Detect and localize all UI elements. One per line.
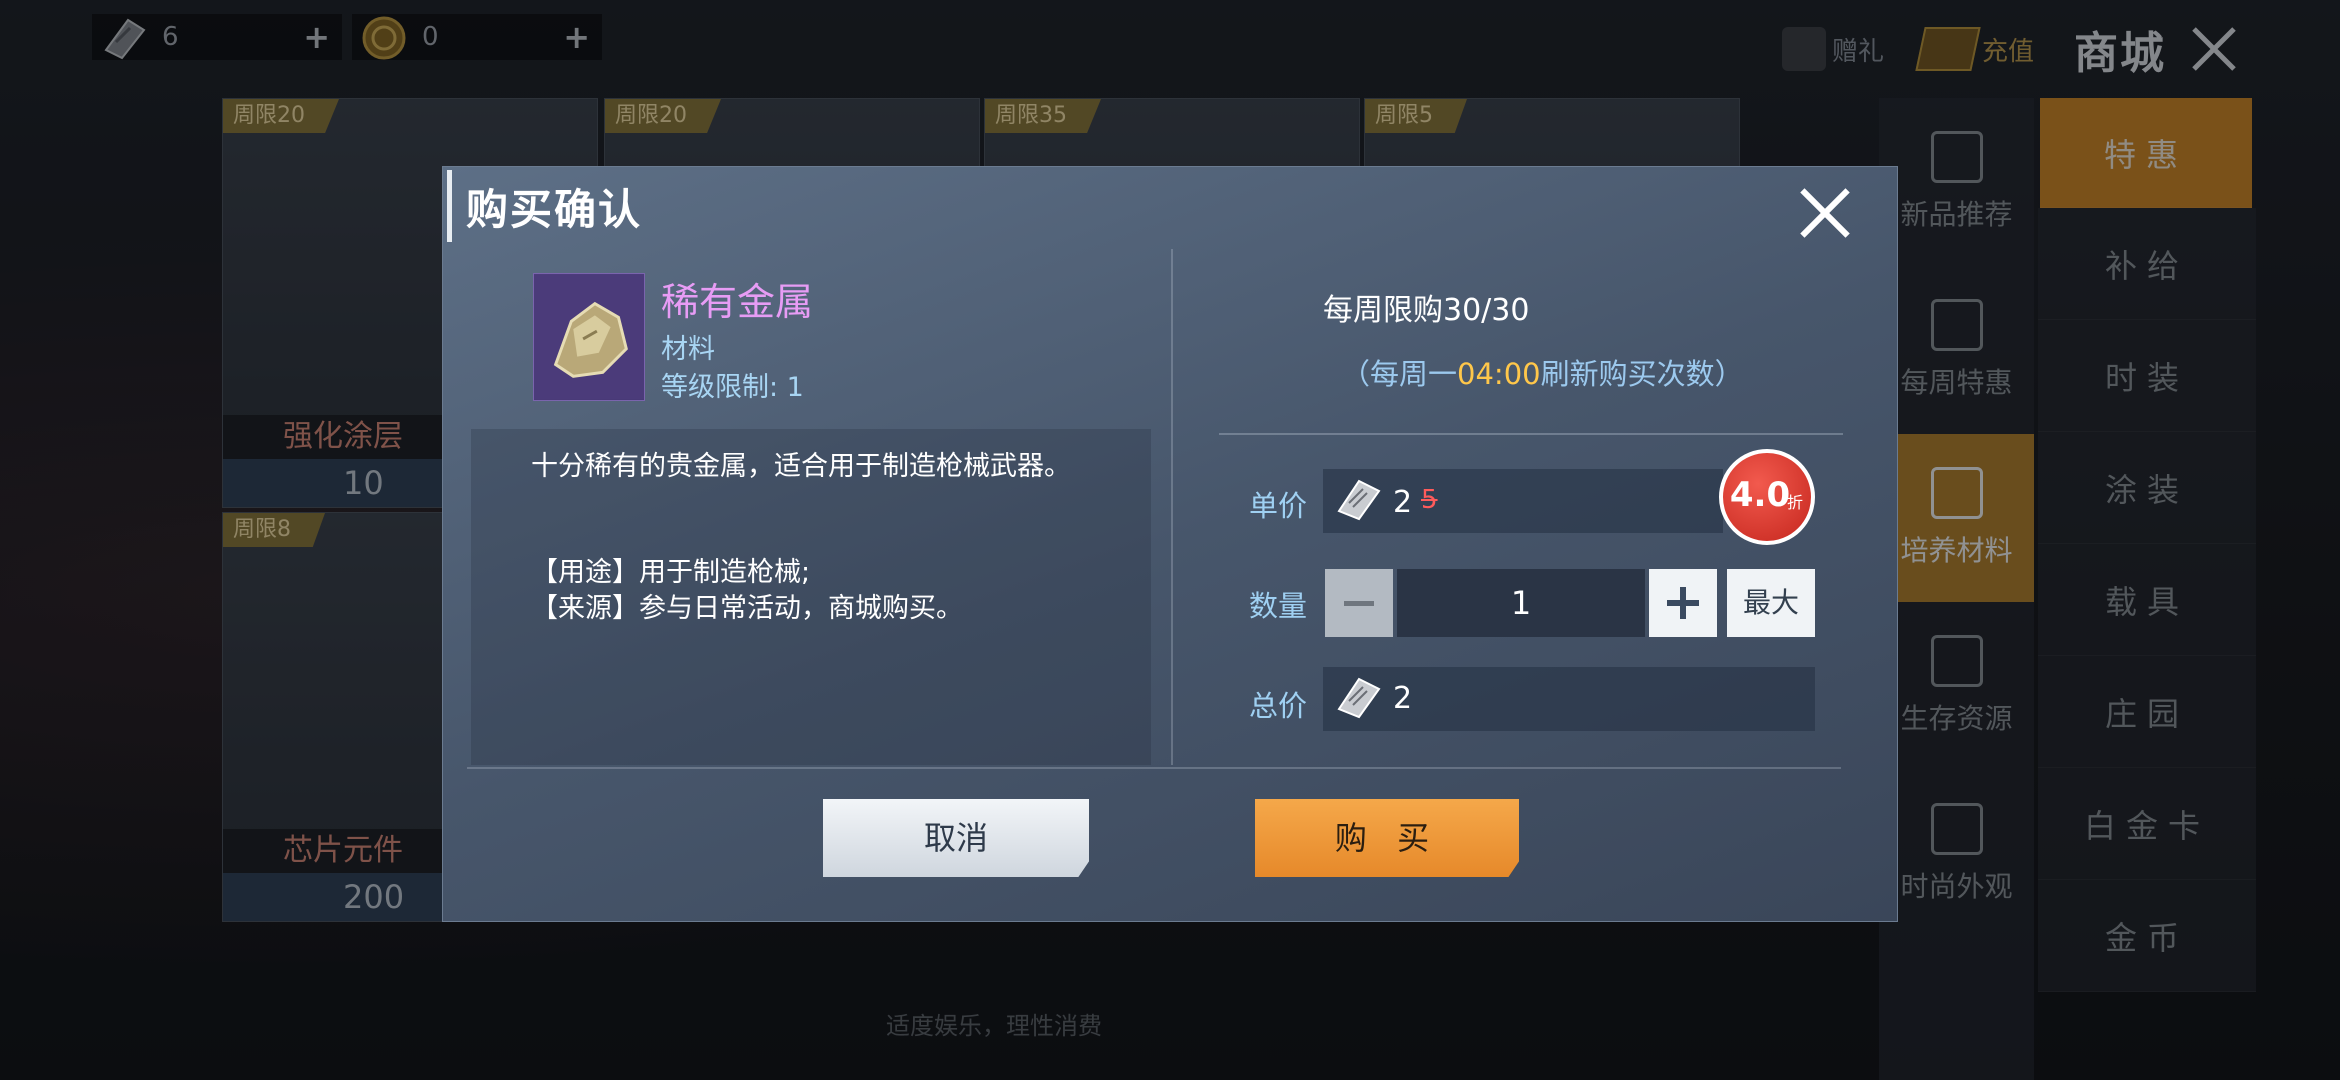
quantity-label: 数量 (1249, 589, 1308, 623)
ticket-icon (1337, 479, 1381, 521)
close-icon[interactable] (1797, 185, 1853, 241)
refresh-prefix: （每周一 (1341, 357, 1458, 391)
weekly-limit: 每周限购30/30 (1323, 293, 1530, 328)
rare-metal-icon (533, 273, 645, 401)
item-level-limit: 等级限制: 1 (661, 372, 804, 403)
dialog-title: 购买确认 (466, 184, 643, 234)
purchase-dialog: 购买确认 稀有金属 材料 等级限制: 1 十分稀有的贵金属，适合用于制造枪械武器… (442, 166, 1898, 922)
horizontal-divider (467, 767, 1841, 769)
refresh-suffix: 刷新购买次数） (1540, 357, 1744, 391)
original-price: 5 (1421, 485, 1438, 515)
total-price: 2 (1393, 681, 1413, 716)
ticket-icon (1337, 677, 1381, 719)
item-name: 稀有金属 (661, 280, 814, 324)
unit-price: 2 (1393, 485, 1413, 520)
minus-icon (1344, 600, 1374, 606)
unit-price-label: 单价 (1249, 489, 1308, 523)
discount-unit: 折 (1786, 493, 1803, 512)
decrease-quantity-button[interactable] (1325, 569, 1393, 637)
item-usage: 【用途】用于制造枪械; (531, 557, 811, 588)
increase-quantity-button[interactable] (1649, 569, 1717, 637)
buy-button[interactable]: 购 买 (1255, 799, 1519, 877)
dialog-header: 购买确认 (447, 170, 643, 242)
max-quantity-button[interactable]: 最大 (1727, 569, 1815, 637)
discount-badge: 4.0 折 (1719, 449, 1815, 545)
refresh-time: 04:00 (1457, 357, 1541, 391)
item-type: 材料 (661, 334, 715, 365)
title-accent-bar (447, 170, 452, 242)
item-source: 【来源】参与日常活动，商城购买。 (531, 593, 963, 624)
item-description: 十分稀有的贵金属，适合用于制造枪械武器。 (531, 451, 1071, 482)
refresh-note: （每周一04:00刷新购买次数） (1341, 351, 1744, 393)
vertical-divider (1171, 249, 1173, 765)
total-price-label: 总价 (1249, 689, 1308, 723)
quantity-input[interactable]: 1 (1397, 569, 1645, 637)
cancel-button[interactable]: 取消 (823, 799, 1089, 877)
price-divider (1219, 433, 1843, 435)
